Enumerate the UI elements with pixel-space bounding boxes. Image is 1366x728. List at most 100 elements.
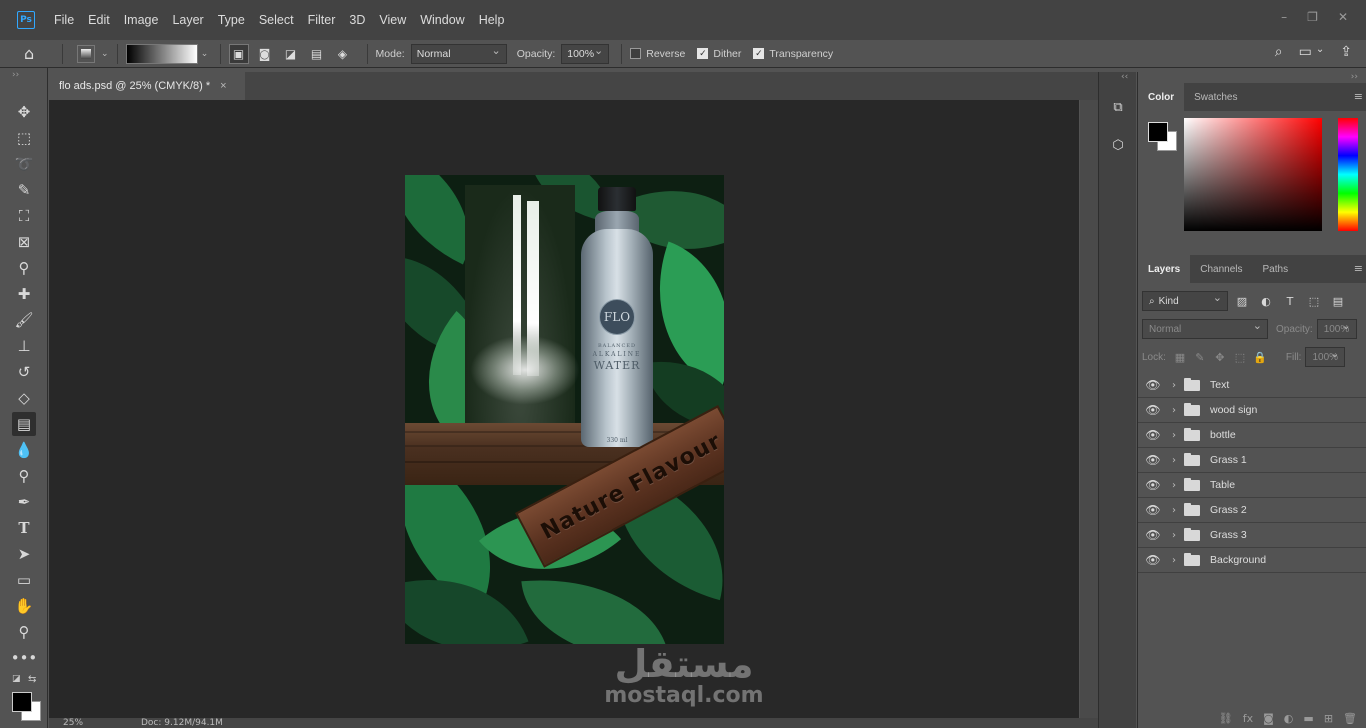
visibility-eye-icon[interactable]: 👁 [1138,403,1168,417]
layer-row[interactable]: 👁 › bottle [1138,423,1366,448]
collapse-panel-icon[interactable]: ›› [12,70,19,80]
3d-panel-icon[interactable]: ⬡ [1107,134,1129,156]
layer-filter-kind[interactable]: ⌕ Kind [1142,291,1228,311]
hue-slider[interactable] [1338,118,1358,231]
move-tool-icon[interactable]: ✥ [12,100,36,124]
foreground-color[interactable] [1148,122,1168,142]
foreground-color-swatch[interactable] [12,692,32,712]
blend-mode-select[interactable]: Normal [1142,319,1268,339]
reverse-option[interactable]: Reverse [630,48,685,60]
collapse-panel-icon[interactable]: ‹‹ [1121,72,1128,82]
tab-layers[interactable]: Layers [1138,255,1191,283]
color-picker-field[interactable] [1184,118,1322,231]
menu-window[interactable]: Window [413,13,471,27]
crop-tool-icon[interactable]: ⛶ [12,204,36,228]
close-icon[interactable]: × [220,80,226,92]
menu-3d[interactable]: 3D [342,13,372,27]
layer-row[interactable]: 👁 › wood sign [1138,398,1366,423]
type-filter-icon[interactable]: T [1280,292,1300,310]
brush-tool-icon[interactable]: 🖌 [12,308,36,332]
visibility-eye-icon[interactable]: 👁 [1138,553,1168,567]
transparency-checkbox[interactable]: ✓ [753,48,765,59]
diamond-gradient-button[interactable]: ◈ [333,44,353,64]
dither-checkbox[interactable]: ✓ [697,48,709,59]
transparency-option[interactable]: ✓ Transparency [753,48,833,60]
pixel-filter-icon[interactable]: ▨ [1232,292,1252,310]
smart-object-filter-icon[interactable]: ▤ [1328,292,1348,310]
clone-stamp-tool-icon[interactable]: ⊥ [12,334,36,358]
visibility-eye-icon[interactable]: 👁 [1138,528,1168,542]
restore-button[interactable]: ❐ [1307,10,1318,24]
lock-all-icon[interactable]: 🔒 [1250,351,1270,364]
home-icon[interactable]: ⌂ [24,44,48,63]
canvas-area[interactable]: FLO BALANCED ALKALINE WATER 330 ml Natur… [49,100,1079,718]
adjustment-filter-icon[interactable]: ◐ [1256,292,1276,310]
panel-menu-icon[interactable]: ≡ [1354,90,1363,103]
gradient-dropdown[interactable]: ⌄ [198,45,212,63]
fill-input[interactable]: 100% [1305,347,1346,367]
photoshop-logo[interactable]: Ps [17,11,35,29]
add-mask-icon[interactable]: ◙ [1263,712,1274,728]
menu-layer[interactable]: Layer [165,13,210,27]
history-panel-icon[interactable]: ⧉ [1107,96,1129,118]
eyedropper-tool-icon[interactable]: ⚲ [12,256,36,280]
document-tab[interactable]: flo ads.psd @ 25% (CMYK/8) * × [49,72,245,100]
history-brush-tool-icon[interactable]: ↺ [12,360,36,384]
visibility-eye-icon[interactable]: 👁 [1138,428,1168,442]
layer-style-icon[interactable]: fx [1243,712,1253,728]
layer-row[interactable]: 👁 › Background [1138,548,1366,573]
lock-image-icon[interactable]: ✎ [1190,351,1210,364]
visibility-eye-icon[interactable]: 👁 [1138,478,1168,492]
layer-row[interactable]: 👁 › Grass 1 [1138,448,1366,473]
layer-row[interactable]: 👁 › Grass 3 [1138,523,1366,548]
tab-paths[interactable]: Paths [1253,255,1299,283]
minimize-button[interactable]: – [1281,10,1287,24]
menu-select[interactable]: Select [252,13,301,27]
collapse-panel-icon[interactable]: ›› [1351,72,1358,82]
default-colors-icon[interactable]: ◪ [12,674,21,684]
quick-selection-tool-icon[interactable]: ✎ [12,178,36,202]
eraser-tool-icon[interactable]: ◇ [12,386,36,410]
chevron-right-icon[interactable]: › [1168,505,1180,516]
adjustment-layer-icon[interactable]: ◐ [1284,712,1294,728]
marquee-tool-icon[interactable]: ⬚ [12,126,36,150]
chevron-down-icon[interactable]: ⌄ [101,49,109,59]
reflected-gradient-button[interactable]: ▤ [307,44,327,64]
shape-filter-icon[interactable]: ⬚ [1304,292,1324,310]
swap-colors-icon[interactable]: ⇆ [28,674,36,685]
layer-row[interactable]: 👁 › Text [1138,373,1366,398]
link-layers-icon[interactable]: ⛓ [1219,712,1233,728]
pen-tool-icon[interactable]: ✒ [12,490,36,514]
mode-select[interactable]: Normal [410,43,507,64]
new-group-icon[interactable]: ▬ [1303,712,1313,728]
healing-brush-tool-icon[interactable]: ✚ [12,282,36,306]
chevron-right-icon[interactable]: › [1168,555,1180,566]
layer-opacity-input[interactable]: 100% [1316,319,1357,339]
chevron-right-icon[interactable]: › [1168,530,1180,541]
dither-option[interactable]: ✓ Dither [697,48,741,60]
zoom-tool-icon[interactable]: ⚲ [12,620,36,644]
tab-swatches[interactable]: Swatches [1184,83,1247,111]
chevron-right-icon[interactable]: › [1168,430,1180,441]
menu-help[interactable]: Help [472,13,512,27]
angle-gradient-button[interactable]: ◪ [281,44,301,64]
zoom-level[interactable]: 25% [63,718,83,728]
visibility-eye-icon[interactable]: 👁 [1138,378,1168,392]
layer-row[interactable]: 👁 › Grass 2 [1138,498,1366,523]
path-selection-tool-icon[interactable]: ➤ [12,542,36,566]
menu-view[interactable]: View [372,13,413,27]
chevron-down-icon[interactable]: ⌄ [1316,44,1324,60]
frame-tool-icon[interactable]: ⊠ [12,230,36,254]
chevron-right-icon[interactable]: › [1168,480,1180,491]
menu-file[interactable]: File [47,13,81,27]
search-icon[interactable]: ⌕ [1275,44,1283,60]
workspace-icon[interactable]: ▭ [1299,44,1312,60]
close-window-button[interactable]: ✕ [1338,10,1348,24]
dodge-tool-icon[interactable]: ⚲ [12,464,36,488]
visibility-eye-icon[interactable]: 👁 [1138,503,1168,517]
tab-color[interactable]: Color [1138,83,1185,111]
lock-artboard-icon[interactable]: ⬚ [1230,351,1250,364]
radial-gradient-button[interactable]: ◙ [255,44,275,64]
visibility-eye-icon[interactable]: 👁 [1138,453,1168,467]
lasso-tool-icon[interactable]: ➰ [12,152,36,176]
